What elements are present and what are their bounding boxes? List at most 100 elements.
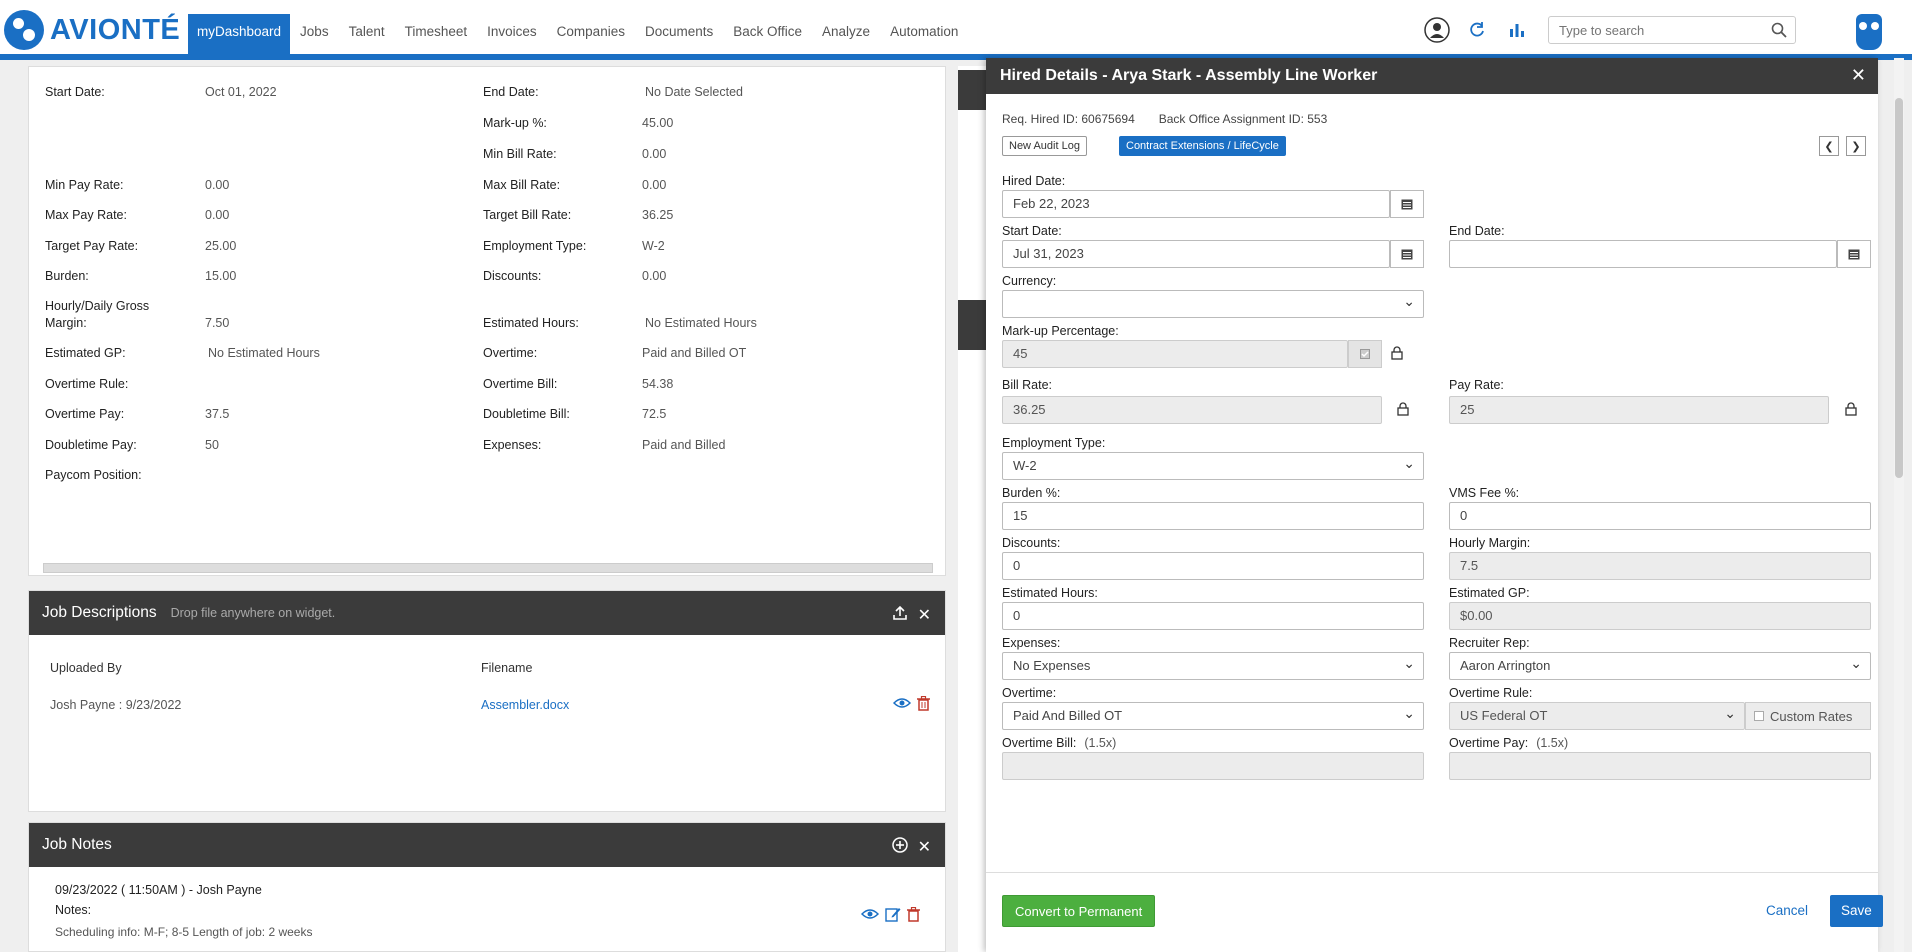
contract-extensions-button[interactable]: Contract Extensions / LifeCycle [1119,136,1286,156]
search-input[interactable] [1549,17,1759,43]
expenses-select[interactable]: No Expenses [1002,650,1424,680]
employment-type-select[interactable]: W-2 [1002,450,1424,480]
employment-type-label: Employment Type: [1002,436,1106,450]
field-value: 0.00 [205,208,230,222]
convert-to-permanent-button[interactable]: Convert to Permanent [1002,895,1156,927]
overtime-rule-select[interactable]: US Federal OT [1449,700,1745,730]
assignment-ids: Req. Hired ID: 60675694 Back Office Assi… [1002,112,1351,126]
recruiter-rep-label: Recruiter Rep: [1449,636,1530,650]
hourly-margin-input[interactable]: 7.5 [1449,552,1871,580]
nav-item-talent[interactable]: Talent [339,14,395,57]
avionte-logo[interactable]: AVIONTÉ [4,10,180,50]
overtime-pay-input[interactable] [1449,752,1871,780]
page-vertical-scrollbar[interactable] [1894,58,1904,952]
bill-rate-input[interactable]: 36.25 [1002,396,1382,424]
close-icon[interactable]: ✕ [1851,65,1866,86]
nav-item-companies[interactable]: Companies [547,14,635,57]
field-label: Overtime: [483,346,538,360]
search-icon[interactable] [1771,22,1787,41]
field-value: 0.00 [205,178,230,192]
nav-item-invoices[interactable]: Invoices [477,14,547,57]
nav-item-analyze[interactable]: Analyze [812,14,880,57]
field-label: Max Bill Rate: [483,178,561,192]
nav-item-automation[interactable]: Automation [880,14,968,57]
end-date-input[interactable] [1449,240,1837,268]
overtime-select[interactable]: Paid And Billed OT [1002,700,1424,730]
nav-item-timesheet[interactable]: Timesheet [395,14,478,57]
add-circle-icon[interactable] [891,837,908,856]
field-label: Doubletime Pay: [45,438,137,452]
field-label: Start Date: [45,85,105,99]
field-value: 0.00 [642,178,667,192]
nav-item-back-office[interactable]: Back Office [723,14,812,57]
field-value: 50 [205,438,219,452]
markup-percentage-input[interactable]: 45 [1002,340,1348,368]
close-icon[interactable]: ✕ [918,606,931,623]
hired-date-input[interactable]: Feb 22, 2023 [1002,190,1390,218]
brand-name: AVIONTÉ [50,13,181,46]
delete-trash-icon[interactable] [917,695,930,714]
vms-fee-input[interactable]: 0 [1449,502,1871,530]
widget-tools: ✕ [882,605,931,624]
discounts-input[interactable]: 0 [1002,552,1424,580]
new-audit-log-button[interactable]: New Audit Log [1002,136,1087,156]
widget-title: Job Descriptions [42,604,157,621]
nav-item-mydashboard[interactable]: myDashboard [188,14,291,57]
next-record-button[interactable]: ❯ [1846,136,1866,156]
analytics-chart-icon[interactable] [1504,17,1530,43]
filename-link[interactable]: Assembler.docx [481,698,569,712]
burden-input[interactable]: 15 [1002,502,1424,530]
start-date-input[interactable]: Jul 31, 2023 [1002,240,1390,268]
global-search[interactable] [1548,16,1796,44]
edit-pencil-icon[interactable] [885,907,901,925]
view-eye-icon[interactable] [892,696,912,714]
start-date-label: Start Date: [1002,224,1062,238]
estimated-hours-input[interactable]: 0 [1002,602,1424,630]
recruiter-rep-select[interactable]: Aaron Arrington [1449,650,1871,680]
markup-override-checkbox[interactable] [1348,340,1382,368]
estimated-dates-financials-panel: Start Date: Oct 01, 2022 Min Pay Rate: 0… [28,66,946,576]
owl-assistant-icon[interactable] [1856,14,1882,50]
custom-rates-checkbox[interactable]: Custom Rates [1745,702,1871,730]
currency-select[interactable] [1002,288,1424,318]
delete-trash-icon[interactable] [907,906,920,925]
field-label: Max Pay Rate: [45,208,127,222]
field-label: Estimated GP: [45,346,126,360]
job-notes-widget: Job Notes ✕ 09/23/2022 ( 11:50AM ) - Jos… [28,822,946,952]
estimated-gp-input[interactable]: $0.00 [1449,602,1871,630]
note-actions [855,906,920,925]
column-header-filename[interactable]: Filename [481,661,532,675]
overtime-label: Overtime: [1002,686,1057,700]
view-eye-icon[interactable] [860,907,880,925]
overtime-bill-label: Overtime Bill: (1.5x) [1002,736,1116,750]
upload-icon[interactable] [892,605,908,624]
lock-icon[interactable] [1396,402,1410,416]
lock-icon[interactable] [1844,402,1858,416]
widget-header: Job Notes ✕ [29,823,945,867]
field-value: 54.38 [642,377,674,391]
close-icon[interactable]: ✕ [918,838,931,855]
modal-header: Hired Details - Arya Stark - Assembly Li… [986,58,1878,94]
cancel-button[interactable]: Cancel [1766,895,1808,927]
user-profile-icon[interactable] [1424,17,1450,43]
calendar-icon[interactable] [1390,190,1424,218]
lock-icon[interactable] [1390,346,1404,360]
nav-item-jobs[interactable]: Jobs [290,14,339,57]
checkbox-box[interactable] [1754,711,1764,721]
refresh-icon[interactable] [1464,17,1490,43]
save-button[interactable]: Save [1830,895,1883,927]
job-descriptions-widget: Job Descriptions Drop file anywhere on w… [28,590,946,812]
previous-record-button[interactable]: ❮ [1819,136,1839,156]
field-value: 37.5 [205,407,230,421]
horizontal-scrollbar[interactable] [43,563,933,573]
background-widget-header [958,70,988,110]
column-header-uploaded-by[interactable]: Uploaded By [50,661,122,675]
calendar-icon[interactable] [1837,240,1871,268]
field-value: 0.00 [642,269,667,283]
field-label: Overtime Pay: [45,407,125,421]
scrollbar-thumb[interactable] [1895,98,1903,478]
pay-rate-input[interactable]: 25 [1449,396,1829,424]
overtime-bill-input[interactable] [1002,752,1424,780]
calendar-icon[interactable] [1390,240,1424,268]
nav-item-documents[interactable]: Documents [635,14,723,57]
